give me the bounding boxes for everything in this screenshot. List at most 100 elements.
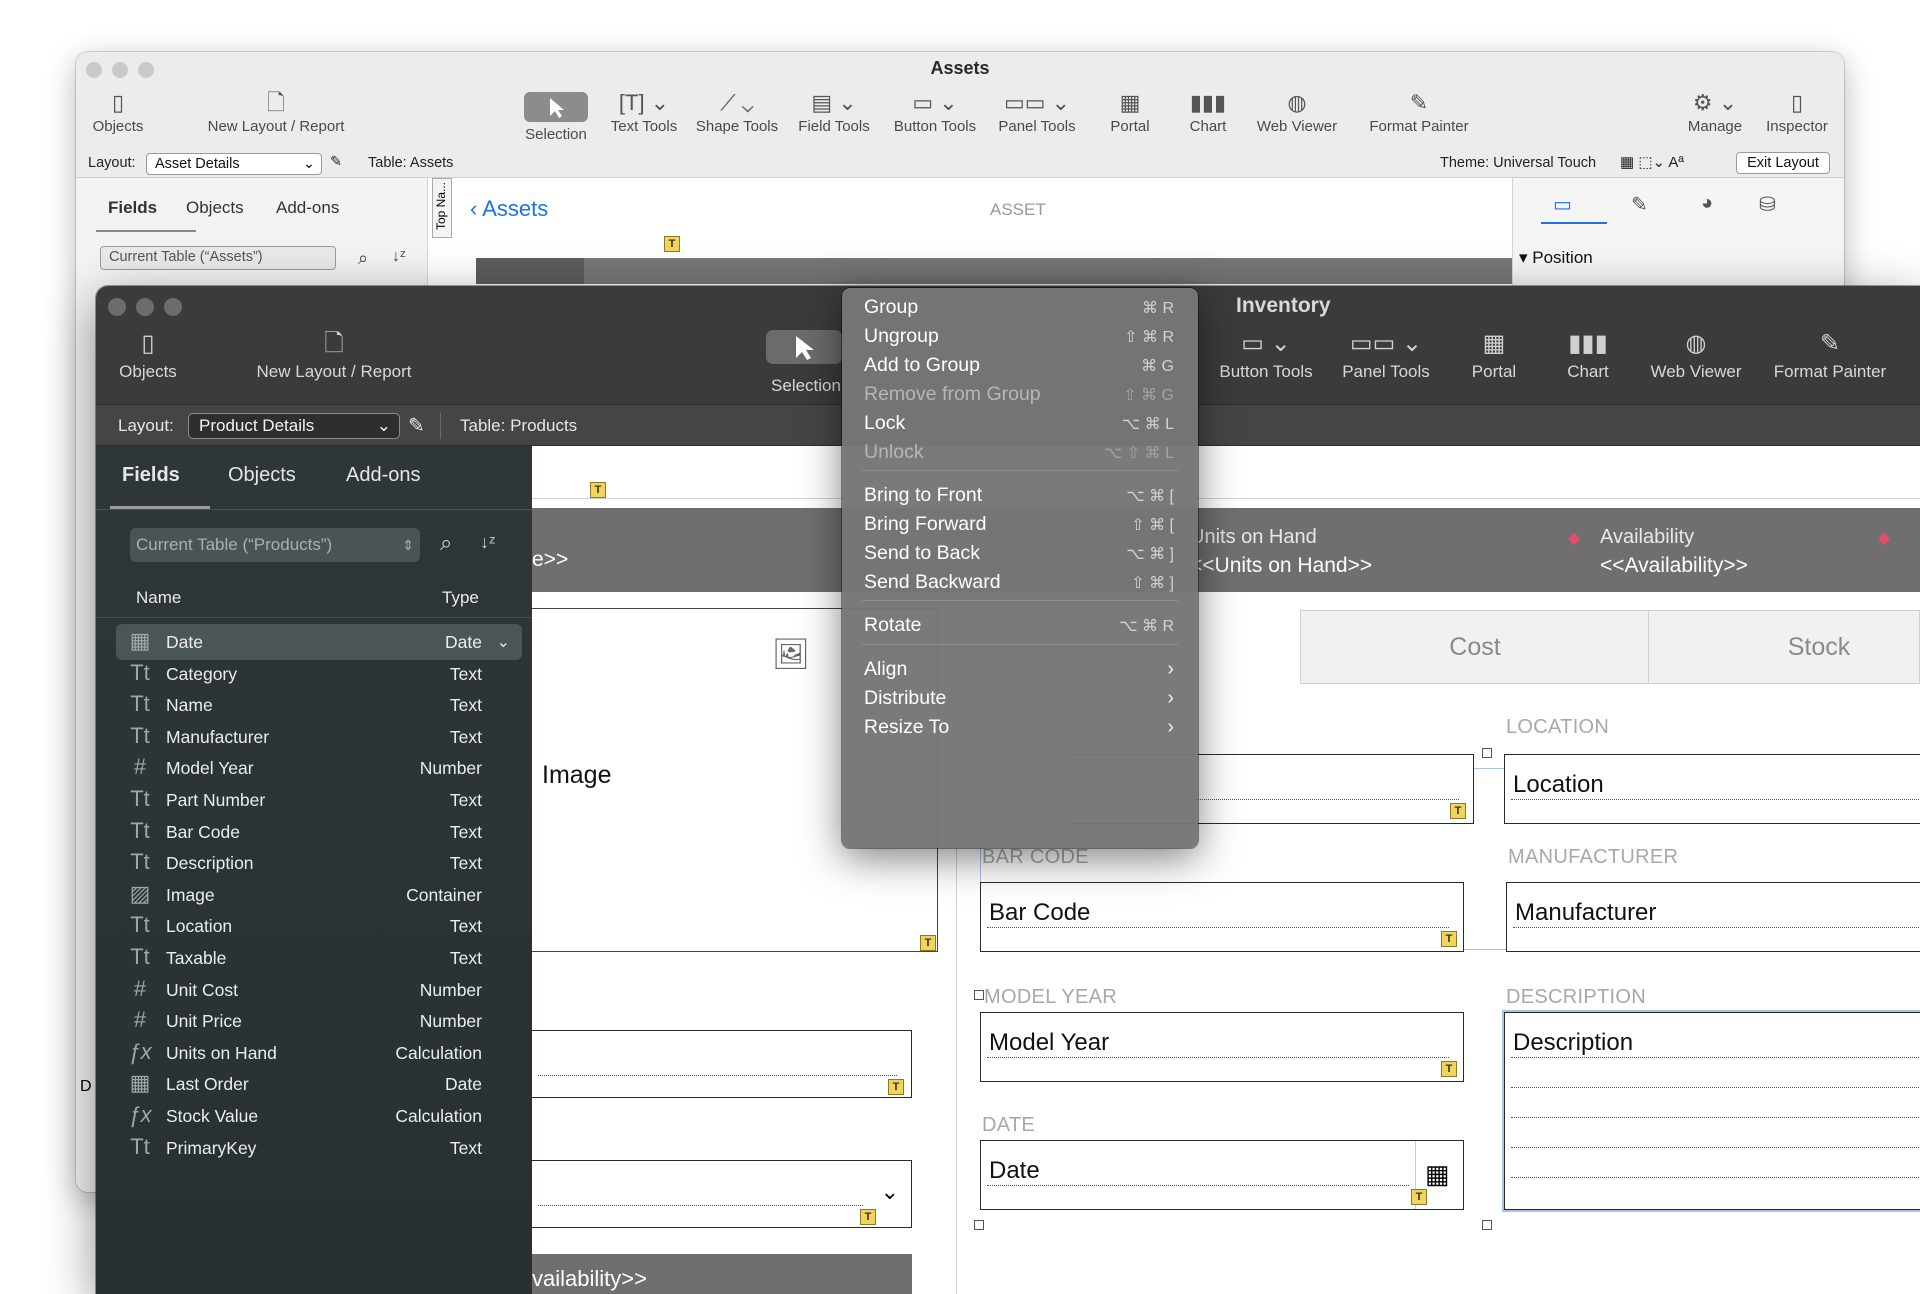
menu-item-bring-to-front[interactable]: Bring to Front ⌥ ⌘ [	[864, 484, 1184, 514]
field-row-primarykey[interactable]: Tt PrimaryKey Text	[116, 1130, 522, 1166]
back-assets-link[interactable]: ‹ Assets	[470, 196, 548, 222]
menu-item-ungroup[interactable]: Ungroup ⇧ ⌘ R	[864, 325, 1184, 355]
menu-item-rotate[interactable]: Rotate ⌥ ⌘ R	[864, 614, 1184, 644]
front-minimize-button[interactable]	[136, 298, 154, 316]
col-name-header[interactable]: Name	[136, 588, 181, 608]
ruler-icon[interactable]: ▭	[1553, 192, 1572, 217]
field-row-unit-cost[interactable]: # Unit Cost Number	[116, 972, 522, 1008]
menu-item-lock[interactable]: Lock ⌥ ⌘ L	[864, 412, 1184, 442]
back-manage-button[interactable]: ⚙ ⌄ Manage	[1680, 88, 1750, 135]
chevron-down-icon[interactable]: ⌄	[497, 632, 510, 652]
back-new-layout-button[interactable]: 🗋 New Layout / Report	[196, 88, 356, 135]
menu-item-align[interactable]: Align ›	[864, 658, 1184, 688]
front-web-viewer-button[interactable]: ◍ Web Viewer	[1644, 326, 1748, 382]
partial-merge-field[interactable]: e>>	[532, 548, 568, 572]
sort-icon[interactable]: ↓ᶻ	[392, 248, 406, 266]
field-row-units-on-hand[interactable]: ƒx Units on Hand Calculation	[116, 1035, 522, 1071]
location-field[interactable]: Location ⌄ T	[1504, 754, 1920, 824]
back-field-tools-button[interactable]: ▤ ⌄ Field Tools	[792, 88, 876, 135]
field-row-date[interactable]: ▦ Date Date ⌄	[116, 624, 522, 660]
back-text-tools-button[interactable]: [T] ⌄ Text Tools	[604, 88, 684, 135]
fp-tab-addons[interactable]: Add-ons	[346, 464, 421, 487]
sort-icon[interactable]: ↓ᶻ	[480, 532, 495, 553]
field-row-location[interactable]: Tt Location Text	[116, 908, 522, 944]
availability-label[interactable]: Availability	[1600, 526, 1694, 549]
back-shape-tools-button[interactable]: ⟋ ⌄ Shape Tools	[692, 88, 782, 135]
units-on-hand-merge[interactable]: <<Units on Hand>>	[1190, 554, 1372, 578]
menu-item-group[interactable]: Group ⌘ R	[864, 296, 1184, 326]
field-row-stock-value[interactable]: ƒx Stock Value Calculation	[116, 1098, 522, 1134]
field-row-bar-code[interactable]: Tt Bar Code Text	[116, 814, 522, 850]
back-inspector-button[interactable]: ▯ Inspector	[1760, 88, 1834, 135]
search-icon[interactable]: ⌕	[358, 248, 368, 269]
back-objects-button[interactable]: ▯ Objects	[88, 88, 148, 135]
back-tab-fields[interactable]: Fields	[108, 198, 157, 218]
back-web-viewer-button[interactable]: ◍ Web Viewer	[1252, 88, 1342, 135]
date-field[interactable]: Date ▦ T	[980, 1140, 1464, 1210]
field-row-last-order[interactable]: ▦ Last Order Date	[116, 1066, 522, 1102]
search-icon[interactable]: ⌕	[440, 530, 452, 556]
back-button-tools-button[interactable]: ▭ ⌄ Button Tools	[888, 88, 982, 135]
back-selection-label[interactable]: Selection	[516, 126, 596, 143]
availability-merge[interactable]: <<Availability>>	[1600, 554, 1748, 578]
front-chart-button[interactable]: ▮▮▮ Chart	[1558, 326, 1618, 382]
front-selection-highlight[interactable]	[766, 330, 842, 364]
back-layout-select[interactable]: Asset Details ⌄	[146, 153, 322, 175]
exit-layout-button[interactable]: Exit Layout	[1736, 152, 1830, 174]
dropdown-field[interactable]: ⌄ T	[532, 1160, 912, 1228]
tab-stock[interactable]: Stock	[1649, 611, 1920, 683]
current-table-select[interactable]: Current Table (“Products”) ⇕	[130, 528, 420, 562]
field-row-taxable[interactable]: Tt Taxable Text	[116, 940, 522, 976]
back-tab-addons[interactable]: Add-ons	[276, 198, 339, 218]
calendar-icon[interactable]: ▦	[1425, 1159, 1450, 1190]
back-selection-highlight[interactable]	[524, 92, 588, 122]
field-row-manufacturer[interactable]: Tt Manufacturer Text	[116, 719, 522, 755]
front-close-button[interactable]	[108, 298, 126, 316]
back-chart-button[interactable]: ▮▮▮ Chart	[1180, 88, 1236, 135]
back-portal-button[interactable]: ▦ Portal	[1100, 88, 1160, 135]
unnamed-field[interactable]: T	[532, 1030, 912, 1098]
fp-tab-objects[interactable]: Objects	[228, 464, 296, 487]
resize-handle[interactable]	[1482, 1220, 1492, 1230]
database-icon[interactable]: ⛁	[1759, 192, 1776, 217]
position-section[interactable]: ▾ Position	[1519, 248, 1593, 268]
col-type-header[interactable]: Type	[442, 588, 479, 608]
front-new-layout-button[interactable]: 🗋 New Layout / Report	[246, 326, 422, 382]
palette-icon[interactable]: ◕	[1701, 192, 1713, 215]
back-tab-objects[interactable]: Objects	[186, 198, 244, 218]
front-portal-button[interactable]: ▦ Portal	[1462, 326, 1526, 382]
brush-icon[interactable]: ✎	[1631, 192, 1648, 217]
field-row-part-number[interactable]: Tt Part Number Text	[116, 782, 522, 818]
resize-handle[interactable]	[974, 990, 984, 1000]
field-row-category[interactable]: Tt Category Text	[116, 656, 522, 692]
field-row-name[interactable]: Tt Name Text	[116, 687, 522, 723]
pencil-icon[interactable]: ✎	[408, 413, 425, 438]
front-format-painter-button[interactable]: ✎ Format Painter	[1766, 326, 1894, 382]
back-current-table-select[interactable]: Current Table (“Assets”)	[100, 246, 336, 270]
menu-item-send-to-back[interactable]: Send to Back ⌥ ⌘ ]	[864, 542, 1184, 572]
resize-handle[interactable]	[974, 1220, 984, 1230]
field-row-unit-price[interactable]: # Unit Price Number	[116, 1003, 522, 1039]
menu-item-resize-to[interactable]: Resize To ›	[864, 716, 1184, 746]
menu-item-add-to-group[interactable]: Add to Group ⌘ G	[864, 354, 1184, 384]
units-on-hand-label[interactable]: Units on Hand	[1190, 526, 1317, 549]
front-selection-label[interactable]: Selection	[756, 376, 856, 396]
top-nav-part-tab[interactable]: Top Na...	[432, 178, 452, 238]
front-panel-tools-button[interactable]: ▭▭ ⌄ Panel Tools	[1338, 326, 1434, 382]
field-row-model-year[interactable]: # Model Year Number	[116, 750, 522, 786]
bottom-merge-field[interactable]: vailability>>	[532, 1266, 647, 1292]
field-row-description[interactable]: Tt Description Text	[116, 845, 522, 881]
pencil-icon[interactable]: ✎	[330, 154, 342, 170]
theme-icons[interactable]: ▦ ⬚⌄ Aª	[1620, 153, 1684, 171]
back-panel-tools-button[interactable]: ▭▭ ⌄ Panel Tools	[994, 88, 1080, 135]
menu-item-send-backward[interactable]: Send Backward ⇧ ⌘ ]	[864, 571, 1184, 601]
resize-handle[interactable]	[1482, 748, 1492, 758]
front-button-tools-button[interactable]: ▭ ⌄ Button Tools	[1212, 326, 1320, 382]
modelyear-field[interactable]: Model Year T	[980, 1012, 1464, 1082]
fp-tab-fields[interactable]: Fields	[122, 464, 180, 487]
field-row-image[interactable]: ▨ Image Container	[116, 877, 522, 913]
back-format-painter-button[interactable]: ✎ Format Painter	[1366, 88, 1472, 135]
front-objects-button[interactable]: ▯ Objects	[116, 326, 180, 382]
front-zoom-button[interactable]	[164, 298, 182, 316]
description-field[interactable]: Description T	[1504, 1012, 1920, 1210]
